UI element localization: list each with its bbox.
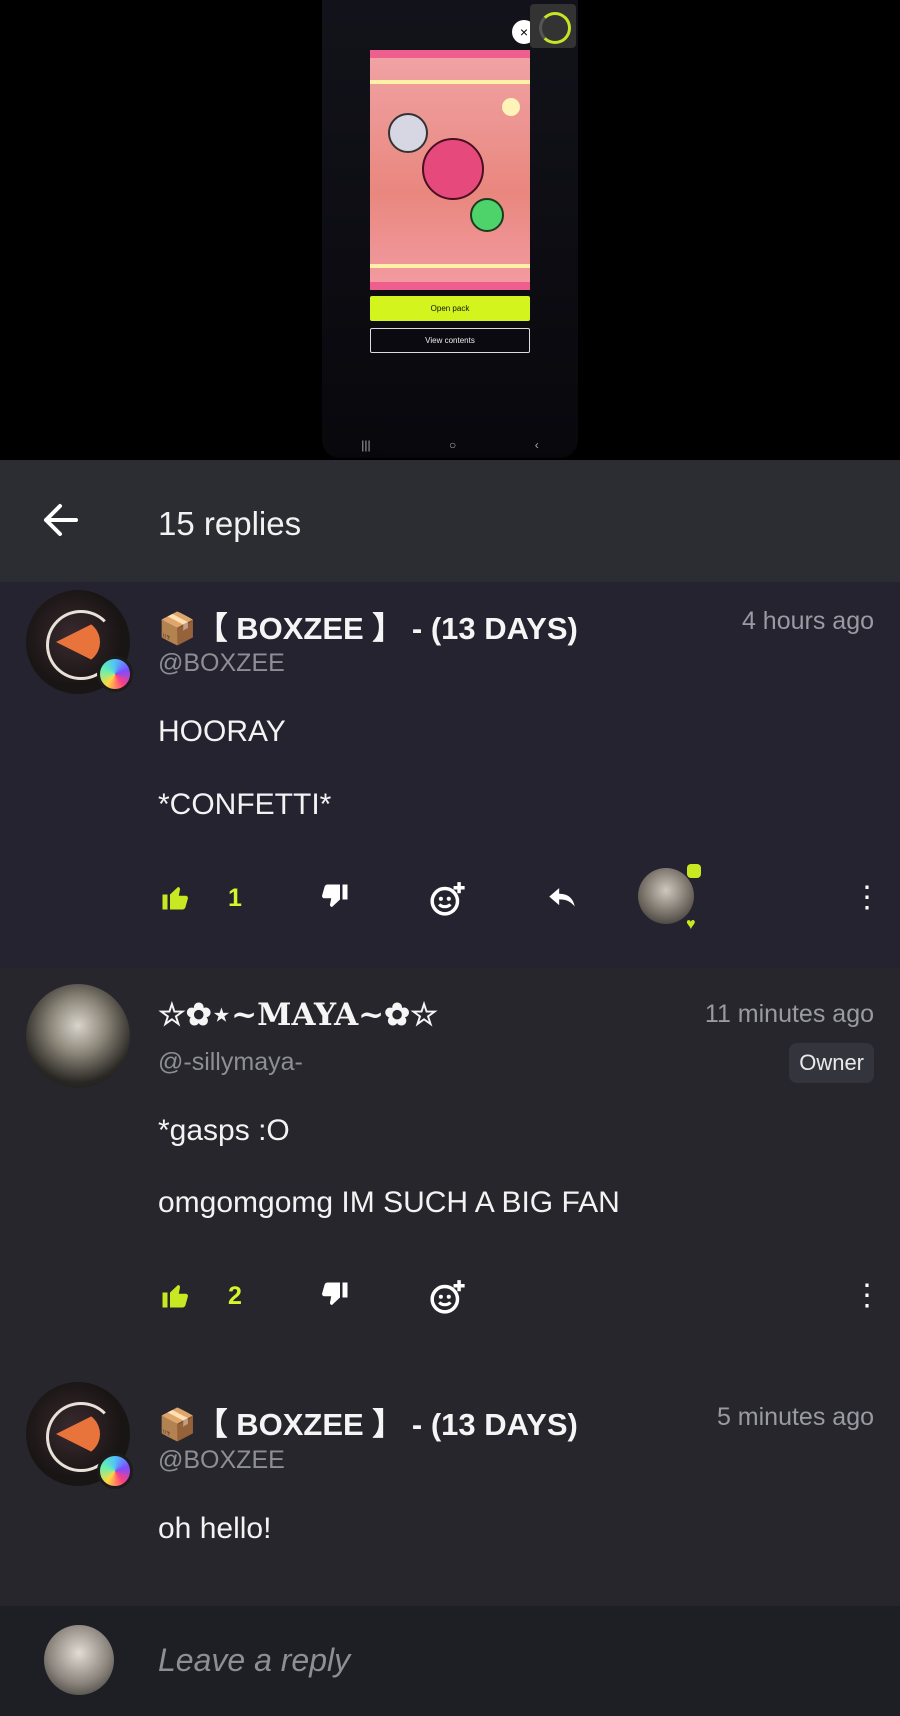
heart-icon: ♥ bbox=[686, 916, 696, 933]
comment-time: 5 minutes ago bbox=[716, 1403, 874, 1431]
creator-badge-icon bbox=[97, 656, 133, 692]
reply-input[interactable]: Leave a reply bbox=[158, 1642, 350, 1679]
comment-handle[interactable]: @-sillymaya- bbox=[158, 1048, 303, 1077]
dislike-icon[interactable] bbox=[318, 1278, 352, 1312]
view-contents-button[interactable]: View contents bbox=[370, 328, 530, 353]
dislike-icon[interactable] bbox=[318, 880, 352, 914]
android-nav-bar: ||| ○ ‹ bbox=[322, 432, 578, 458]
current-user-avatar bbox=[44, 1625, 114, 1695]
like-icon[interactable] bbox=[158, 880, 192, 914]
back-nav-icon[interactable]: ‹ bbox=[535, 438, 539, 452]
comment-text: HOORAY bbox=[158, 715, 286, 748]
recents-nav-icon[interactable]: ||| bbox=[361, 438, 370, 452]
chat-bubble-icon bbox=[687, 864, 701, 878]
like-icon[interactable] bbox=[158, 1278, 192, 1312]
creator-badge-icon bbox=[97, 1453, 133, 1489]
comment-text: *CONFETTI* bbox=[158, 788, 332, 821]
comment-text: oh hello! bbox=[158, 1512, 272, 1545]
home-nav-icon[interactable]: ○ bbox=[449, 438, 456, 452]
avatar[interactable] bbox=[26, 984, 130, 1088]
comment-author[interactable]: ☆✿⋆~MAYA~✿☆ bbox=[158, 997, 438, 1033]
comment-handle[interactable]: @BOXZEE bbox=[158, 649, 285, 678]
add-reaction-icon[interactable] bbox=[428, 1276, 468, 1316]
like-count: 2 bbox=[228, 1282, 242, 1310]
comment-author[interactable]: 📦【 BOXZEE 】 - (13 DAYS) bbox=[158, 1399, 578, 1444]
comment-time: 11 minutes ago bbox=[704, 1000, 874, 1028]
comment-text: *gasps :O bbox=[158, 1114, 290, 1147]
arrow-left-icon[interactable] bbox=[40, 500, 80, 540]
replies-header bbox=[0, 460, 900, 582]
comment-text: omgomgomg IM SUCH A BIG FAN bbox=[158, 1186, 620, 1219]
timer-avatar-icon bbox=[530, 4, 576, 48]
comment-author[interactable]: 📦【 BOXZEE 】 - (13 DAYS) bbox=[158, 603, 578, 648]
comment-handle[interactable]: @BOXZEE bbox=[158, 1446, 285, 1475]
open-pack-button[interactable]: Open pack bbox=[370, 296, 530, 321]
like-count: 1 bbox=[228, 884, 242, 912]
more-options-icon[interactable]: ⋮ bbox=[852, 880, 882, 915]
add-reaction-icon[interactable] bbox=[428, 878, 468, 918]
owner-badge: Owner bbox=[789, 1043, 874, 1083]
video-preview[interactable]: Open pack View contents ||| ○ ‹ × bbox=[0, 0, 900, 460]
reply-icon[interactable] bbox=[544, 880, 580, 916]
comment-time: 4 hours ago bbox=[741, 607, 874, 635]
card-pack-image bbox=[370, 50, 530, 290]
reply-composer bbox=[0, 1606, 900, 1716]
replies-title: 15 replies bbox=[158, 505, 302, 542]
more-options-icon[interactable]: ⋮ bbox=[852, 1278, 882, 1313]
